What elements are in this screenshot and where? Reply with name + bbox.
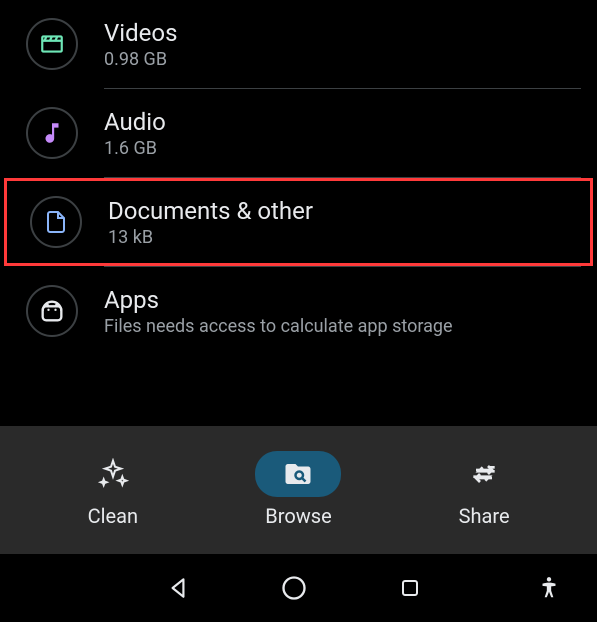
category-size: 13 kB [108,227,573,248]
nav-clean[interactable]: Clean [48,452,178,528]
accessibility-button[interactable] [531,570,567,606]
document-icon [30,196,82,248]
sparkle-icon [97,452,129,496]
system-nav-bar [0,554,597,622]
clapperboard-icon [26,18,78,70]
category-title: Documents & other [108,197,573,225]
category-row-audio[interactable]: Audio 1.6 GB [0,89,597,177]
nav-browse[interactable]: Browse [233,452,363,528]
category-title: Apps [104,286,577,314]
nav-label: Share [459,504,510,528]
recents-button[interactable] [392,570,428,606]
nav-label: Browse [265,504,331,528]
category-row-documents[interactable]: Documents & other 13 kB [4,178,593,266]
back-button[interactable] [160,570,196,606]
category-size: Files needs access to calculate app stor… [104,316,577,337]
category-row-videos[interactable]: Videos 0.98 GB [0,0,597,88]
music-note-icon [26,107,78,159]
category-title: Audio [104,108,577,136]
android-icon [26,285,78,337]
category-size: 1.6 GB [104,138,577,159]
category-row-apps[interactable]: Apps Files needs access to calculate app… [0,267,597,355]
category-title: Videos [104,19,577,47]
category-size: 0.98 GB [104,49,577,70]
category-list: Videos 0.98 GB Audio 1.6 GB [0,0,597,355]
nav-share[interactable]: Share [419,452,549,528]
home-button[interactable] [276,570,312,606]
swap-arrows-icon [468,452,500,496]
folder-search-icon [283,459,313,489]
nav-label: Clean [88,504,138,528]
bottom-nav: Clean Browse Sha [0,426,597,554]
nav-active-pill [255,451,341,497]
